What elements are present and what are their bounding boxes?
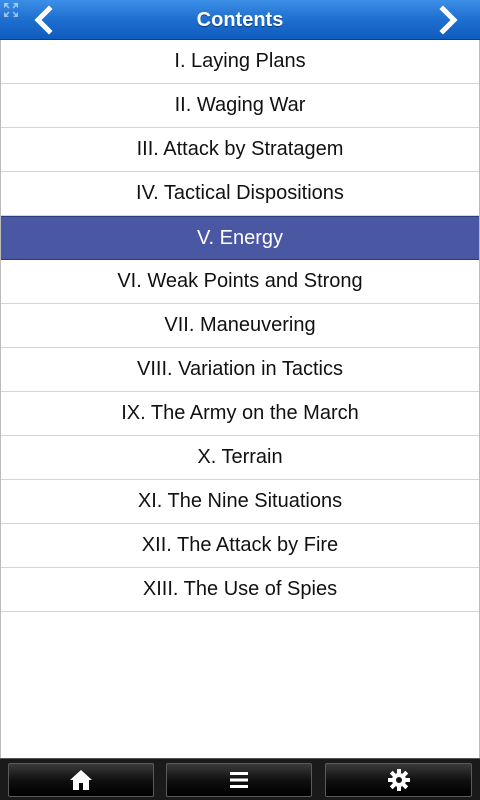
list-item[interactable]: I. Laying Plans [1, 40, 479, 84]
list-item-selected[interactable]: V. Energy [1, 216, 479, 260]
list-item[interactable]: II. Waging War [1, 84, 479, 128]
list-item[interactable]: XIII. The Use of Spies [1, 568, 479, 612]
chapter-list: I. Laying Plans II. Waging War III. Attack… [0, 40, 480, 758]
title-bar: Contents [0, 0, 480, 40]
list-item[interactable]: IX. The Army on the March [1, 392, 479, 436]
settings-button[interactable] [325, 763, 472, 797]
menu-button[interactable] [166, 763, 312, 797]
menu-icon [230, 772, 248, 788]
list-item[interactable]: VIII. Variation in Tactics [1, 348, 479, 392]
chevron-right-icon [439, 5, 458, 35]
gear-icon [387, 769, 410, 791]
list-item[interactable]: X. Terrain [1, 436, 479, 480]
next-button[interactable] [432, 4, 464, 36]
list-item[interactable]: IV. Tactical Dispositions [1, 172, 479, 216]
home-icon [70, 770, 92, 790]
home-button[interactable] [8, 763, 154, 797]
list-item[interactable]: VI. Weak Points and Strong [1, 260, 479, 304]
list-item[interactable]: XII. The Attack by Fire [1, 524, 479, 568]
list-item[interactable]: XI. The Nine Situations [1, 480, 479, 524]
bottom-toolbar [0, 758, 480, 800]
list-item[interactable]: VII. Maneuvering [1, 304, 479, 348]
app-screen: Contents I. Laying Plans II. Waging War II… [0, 0, 480, 800]
page-title: Contents [196, 9, 284, 31]
list-item[interactable]: III. Attack by Stratagem [1, 128, 479, 172]
